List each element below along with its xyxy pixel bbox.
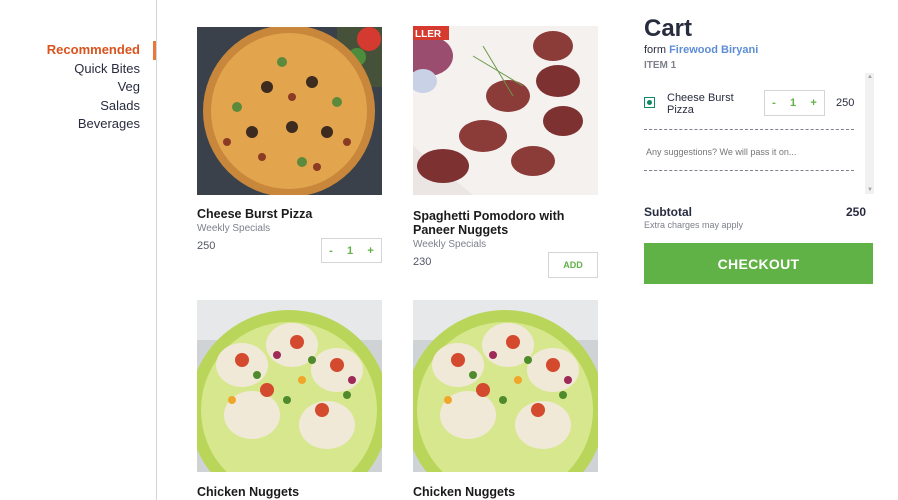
product-category: Weekly Specials bbox=[413, 239, 487, 250]
cart-item-count: ITEM 1 bbox=[644, 60, 677, 71]
quantity-value: 1 bbox=[347, 244, 354, 257]
add-button[interactable]: ADD bbox=[548, 252, 598, 278]
cart-item-name: Cheese Burst Pizza bbox=[667, 92, 734, 116]
category-quick-bites[interactable]: Quick Bites bbox=[47, 60, 156, 79]
product-card: Chicken Nuggets bbox=[197, 300, 382, 499]
restaurant-link[interactable]: Firewood Biryani bbox=[669, 44, 758, 56]
product-name: Cheese Burst Pizza bbox=[197, 207, 313, 221]
subtotal-label: Subtotal bbox=[644, 205, 692, 219]
product-category: Weekly Specials bbox=[197, 223, 271, 234]
quantity-stepper: - 1 + bbox=[321, 238, 382, 263]
divider bbox=[644, 129, 854, 130]
category-recommended[interactable]: Recommended bbox=[47, 41, 156, 60]
product-name: Chicken Nuggets bbox=[413, 485, 516, 499]
chaat-plate-image[interactable] bbox=[197, 300, 382, 472]
cart-title: Cart bbox=[644, 15, 693, 42]
veg-indicator-icon bbox=[644, 97, 655, 108]
product-name: Spaghetti Pomodoro with Paneer Nuggets bbox=[413, 209, 565, 237]
scroll-up-icon[interactable]: ▲ bbox=[867, 74, 873, 80]
product-name: Chicken Nuggets bbox=[197, 485, 300, 499]
cart-item-price: 250 bbox=[836, 97, 855, 109]
category-salads[interactable]: Salads bbox=[47, 97, 156, 116]
chaat-plate-image[interactable] bbox=[413, 300, 598, 472]
cart-quantity-stepper: - 1 + bbox=[764, 90, 825, 116]
bestseller-badge: LLER bbox=[415, 29, 442, 40]
divider bbox=[644, 170, 854, 171]
category-sidebar: Recommended Quick Bites Veg Salads Bever… bbox=[0, 0, 157, 500]
product-card: LLER Spaghetti Pomodoro with Paneer Nugg… bbox=[413, 26, 598, 278]
cart-restaurant-line: form Firewood Biryani bbox=[644, 44, 874, 56]
quantity-value: 1 bbox=[790, 97, 797, 109]
cart-from-prefix: form bbox=[644, 44, 666, 56]
cart-items-container: Cheese Burst Pizza - 1 + 250 ▲ ▼ bbox=[644, 73, 874, 194]
checkout-button[interactable]: CHECKOUT bbox=[644, 243, 873, 284]
cart-panel: Cart form Firewood Biryani ITEM 1 Cheese… bbox=[644, 14, 874, 284]
decrement-button[interactable]: - bbox=[772, 97, 776, 109]
increment-button[interactable]: + bbox=[810, 97, 816, 109]
increment-button[interactable]: + bbox=[367, 245, 373, 257]
category-list: Recommended Quick Bites Veg Salads Bever… bbox=[47, 41, 156, 134]
cart-scrollbar[interactable]: ▲ ▼ bbox=[865, 73, 874, 194]
category-veg[interactable]: Veg bbox=[47, 78, 156, 97]
cart-item: Cheese Burst Pizza - 1 + 250 bbox=[644, 90, 859, 120]
suggestions-input[interactable] bbox=[646, 147, 851, 157]
nuggets-image[interactable]: LLER bbox=[413, 26, 598, 195]
product-card: Chicken Nuggets bbox=[413, 300, 598, 499]
decrement-button[interactable]: - bbox=[329, 245, 333, 257]
subtotal-value: 250 bbox=[845, 205, 866, 219]
product-card: Cheese Burst Pizza Weekly Specials 250 -… bbox=[197, 27, 382, 263]
pizza-image[interactable] bbox=[197, 27, 382, 195]
extra-charges-note: Extra charges may apply bbox=[644, 220, 744, 230]
scroll-down-icon[interactable]: ▼ bbox=[867, 187, 873, 193]
category-beverages[interactable]: Beverages bbox=[47, 115, 156, 134]
